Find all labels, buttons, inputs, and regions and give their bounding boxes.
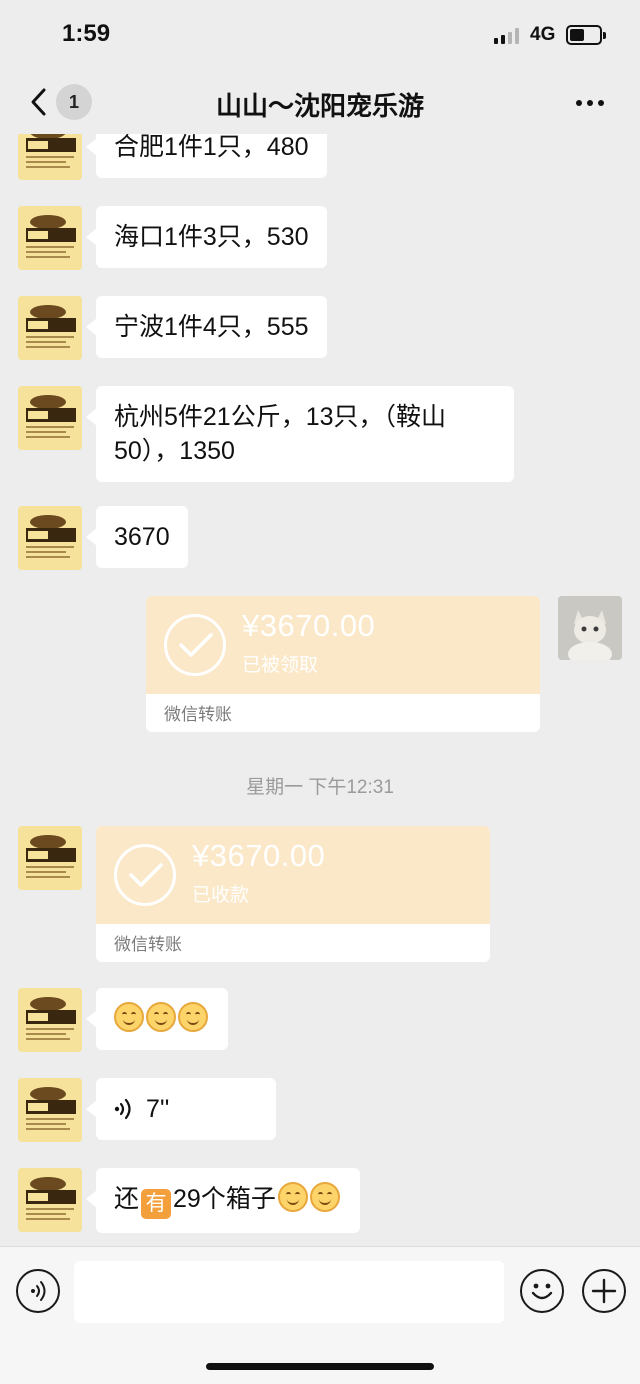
contact-avatar[interactable] xyxy=(18,826,82,890)
message-text: 还 xyxy=(114,1185,140,1213)
message-input[interactable] xyxy=(74,1261,504,1323)
check-icon xyxy=(164,614,226,676)
contact-avatar[interactable] xyxy=(18,988,82,1052)
plus-icon[interactable] xyxy=(582,1269,626,1313)
message-bubble[interactable]: 杭州5件21公斤，13只，（鞍山50），1350 xyxy=(86,386,514,482)
you-emoji-badge: 有 xyxy=(141,1189,172,1219)
message-text: 29个箱子 xyxy=(173,1185,276,1213)
message-bubble[interactable]: 还有 29个箱子 xyxy=(86,1168,360,1233)
timestamp: 星期一 下午12:31 xyxy=(246,777,394,798)
contact-avatar[interactable] xyxy=(18,1078,82,1142)
my-avatar[interactable] xyxy=(558,596,622,660)
transfer-label: 微信转账 xyxy=(164,705,232,724)
signal-icon xyxy=(494,28,522,44)
voice-duration: 7'' xyxy=(146,1095,170,1123)
transfer-amount: ¥3670.00 xyxy=(192,838,326,873)
smile-emoji-icon xyxy=(277,1182,308,1212)
voice-mode-icon[interactable] xyxy=(16,1269,60,1313)
more-dots-icon[interactable] xyxy=(572,84,608,120)
status-bar: 1:59 4G xyxy=(0,0,640,70)
smile-emoji-icon xyxy=(146,1002,176,1032)
smile-emoji-icon xyxy=(309,1182,340,1212)
voice-message-bubble[interactable]: 7'' xyxy=(86,1078,276,1140)
message-bubble[interactable]: 合肥1件1只，480 xyxy=(86,134,327,178)
contact-avatar[interactable] xyxy=(18,506,82,570)
transfer-status: 已被领取 xyxy=(242,655,319,676)
smile-emoji-icon xyxy=(114,1002,144,1032)
battery-icon xyxy=(566,25,606,45)
contact-avatar[interactable] xyxy=(18,386,82,450)
message-bubble[interactable]: 海口1件3只，530 xyxy=(86,206,327,268)
message-bubble[interactable]: 宁波1件4只，555 xyxy=(86,296,327,358)
network-label: 4G xyxy=(530,24,556,45)
contact-avatar[interactable] xyxy=(18,206,82,270)
transfer-card-received[interactable]: ¥3670.00 已收款 微信转账 xyxy=(96,826,490,962)
check-icon xyxy=(114,844,176,906)
message-bubble[interactable]: 3670 xyxy=(86,506,188,568)
message-bubble[interactable] xyxy=(86,988,228,1050)
contact-avatar[interactable] xyxy=(18,134,82,180)
chat-title: 山山～沈阳宠乐游 xyxy=(215,91,424,121)
voice-wave-icon xyxy=(114,1098,131,1120)
input-bar xyxy=(0,1246,640,1384)
home-indicator xyxy=(206,1363,434,1370)
transfer-card-sent[interactable]: ¥3670.00 已被领取 微信转账 xyxy=(146,596,540,732)
nav-bar: 1 山山～沈阳宠乐游 xyxy=(0,70,640,134)
smile-emoji-icon xyxy=(178,1002,208,1032)
chat-messages[interactable]: 合肥1件1只，480 海口1件3只，530 宁波1件4只，555 杭州5件21公… xyxy=(0,134,640,1246)
transfer-amount: ¥3670.00 xyxy=(242,608,376,643)
contact-avatar[interactable] xyxy=(18,296,82,360)
unread-count-badge[interactable]: 1 xyxy=(56,84,92,120)
chevron-left-icon[interactable] xyxy=(28,86,56,118)
transfer-status: 已收款 xyxy=(192,885,250,906)
contact-avatar[interactable] xyxy=(18,1168,82,1232)
emoji-icon[interactable] xyxy=(520,1269,564,1313)
status-time: 1:59 xyxy=(62,20,111,47)
transfer-label: 微信转账 xyxy=(114,935,182,954)
